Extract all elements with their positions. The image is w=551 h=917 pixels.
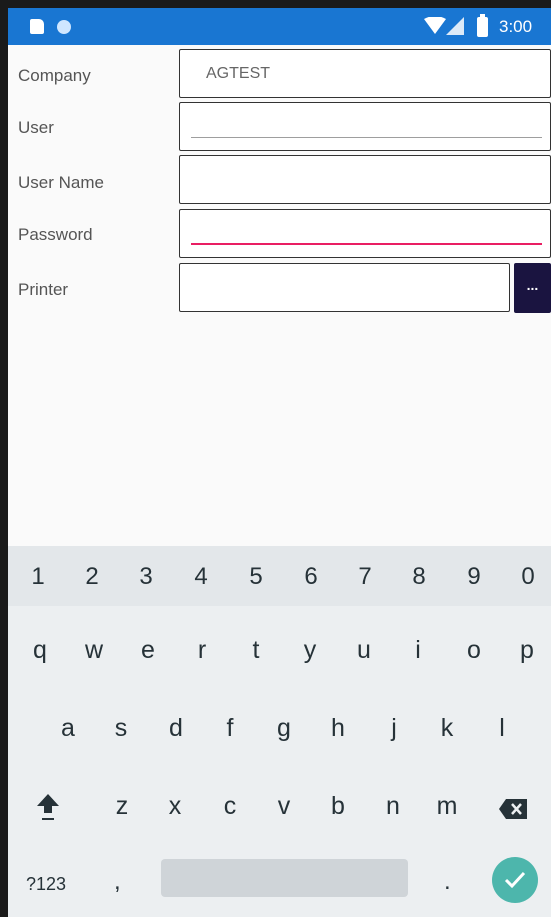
key-d[interactable]: d	[156, 714, 196, 743]
key-x[interactable]: x	[155, 792, 195, 821]
key-w[interactable]: w	[74, 636, 114, 665]
password-label: Password	[18, 225, 93, 244]
app-screen: 3:00 Company AGTEST User User Name Passw…	[8, 8, 551, 917]
sd-card-icon	[30, 19, 44, 34]
company-value: AGTEST	[206, 65, 271, 82]
check-icon	[504, 871, 526, 889]
key-a[interactable]: a	[48, 714, 88, 743]
key-0[interactable]: 0	[508, 563, 548, 591]
key-period[interactable]: .	[444, 868, 451, 896]
key-comma[interactable]: ,	[114, 868, 121, 896]
key-k[interactable]: k	[427, 714, 467, 743]
printer-field[interactable]	[179, 263, 510, 312]
key-b[interactable]: b	[318, 792, 358, 821]
notification-dot-icon	[57, 20, 71, 34]
key-4[interactable]: 4	[181, 563, 221, 591]
key-h[interactable]: h	[318, 714, 358, 743]
key-p[interactable]: p	[507, 636, 547, 665]
key-e[interactable]: e	[128, 636, 168, 665]
space-bar[interactable]	[161, 859, 408, 897]
company-label: Company	[18, 66, 91, 85]
status-bar: 3:00	[8, 8, 551, 45]
key-m[interactable]: m	[427, 792, 467, 821]
key-u[interactable]: u	[344, 636, 384, 665]
key-s[interactable]: s	[101, 714, 141, 743]
key-q[interactable]: q	[20, 636, 60, 665]
key-r[interactable]: r	[182, 636, 222, 665]
password-field[interactable]	[179, 209, 551, 258]
user-field[interactable]	[179, 102, 551, 151]
key-5[interactable]: 5	[236, 563, 276, 591]
key-l[interactable]: l	[482, 714, 522, 743]
shift-icon[interactable]	[36, 792, 60, 822]
key-6[interactable]: 6	[291, 563, 331, 591]
number-row: 1 2 3 4 5 6 7 8 9 0	[8, 546, 551, 606]
user-label: User	[18, 118, 54, 137]
symbols-key[interactable]: ?123	[26, 874, 66, 895]
enter-button[interactable]	[492, 857, 538, 903]
key-c[interactable]: c	[210, 792, 250, 821]
soft-keyboard: 1 2 3 4 5 6 7 8 9 0 q w e r t y u i o p …	[8, 546, 551, 917]
key-z[interactable]: z	[102, 792, 142, 821]
key-t[interactable]: t	[236, 636, 276, 665]
key-n[interactable]: n	[373, 792, 413, 821]
key-j[interactable]: j	[374, 714, 414, 743]
key-7[interactable]: 7	[345, 563, 385, 591]
user-field-underline	[191, 137, 542, 138]
backspace-icon[interactable]	[498, 798, 528, 820]
user-name-label: User Name	[18, 173, 104, 192]
clock-time: 3:00	[499, 17, 533, 36]
key-g[interactable]: g	[264, 714, 304, 743]
key-v[interactable]: v	[264, 792, 304, 821]
wifi-icon	[424, 17, 446, 34]
key-2[interactable]: 2	[72, 563, 112, 591]
password-field-underline	[191, 243, 542, 245]
printer-browse-button[interactable]: ...	[514, 263, 551, 313]
key-o[interactable]: o	[454, 636, 494, 665]
key-3[interactable]: 3	[126, 563, 166, 591]
key-1[interactable]: 1	[18, 563, 58, 591]
key-y[interactable]: y	[290, 636, 330, 665]
company-field[interactable]: AGTEST	[179, 49, 551, 98]
key-8[interactable]: 8	[399, 563, 439, 591]
key-i[interactable]: i	[398, 636, 438, 665]
key-f[interactable]: f	[210, 714, 250, 743]
signal-icon	[446, 17, 464, 35]
printer-label: Printer	[18, 280, 69, 299]
user-name-field[interactable]	[179, 155, 551, 204]
battery-icon	[477, 14, 488, 37]
key-9[interactable]: 9	[454, 563, 494, 591]
